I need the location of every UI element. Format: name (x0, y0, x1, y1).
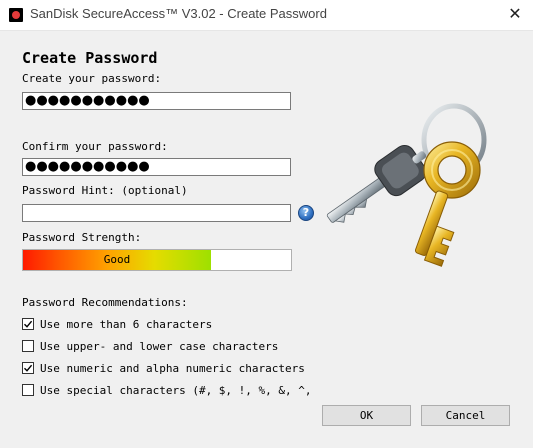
recommendations-heading: Password Recommendations: (22, 296, 188, 309)
checkbox[interactable] (22, 362, 34, 374)
recommendation-label: Use special characters (#, $, !, %, &, ^… (40, 384, 312, 397)
sandisk-app-icon (9, 8, 23, 22)
checkmark-icon (24, 364, 33, 372)
checkmark-icon (24, 320, 33, 328)
password-hint-field[interactable] (22, 204, 291, 222)
recommendation-label: Use more than 6 characters (40, 318, 213, 331)
window-title: SanDisk SecureAccess™ V3.02 - Create Pas… (30, 6, 327, 21)
recommendation-label: Use upper- and lower case characters (40, 340, 279, 353)
password-hint-label: Password Hint: (optional) (22, 184, 188, 197)
keys-illustration (326, 103, 487, 267)
password-strength-meter: Good (22, 249, 292, 271)
checkbox[interactable] (22, 340, 34, 352)
create-password-field[interactable]: ●●●●●●●●●●● (22, 92, 291, 110)
title-bar: SanDisk SecureAccess™ V3.02 - Create Pas… (0, 0, 533, 31)
close-button[interactable]: ✕ (497, 0, 533, 30)
ok-button[interactable]: OK (322, 405, 411, 426)
confirm-password-label: Confirm your password: (22, 140, 168, 153)
page-title: Create Password (22, 49, 158, 67)
confirm-password-field[interactable]: ●●●●●●●●●●● (22, 158, 291, 176)
password-strength-label: Password Strength: (22, 231, 142, 244)
create-password-label: Create your password: (22, 72, 162, 85)
cancel-button[interactable]: Cancel (421, 405, 510, 426)
strength-text: Good (103, 253, 131, 266)
checkbox[interactable] (22, 318, 34, 330)
checkbox[interactable] (22, 384, 34, 396)
recommendation-label: Use numeric and alpha numeric characters (40, 362, 305, 375)
